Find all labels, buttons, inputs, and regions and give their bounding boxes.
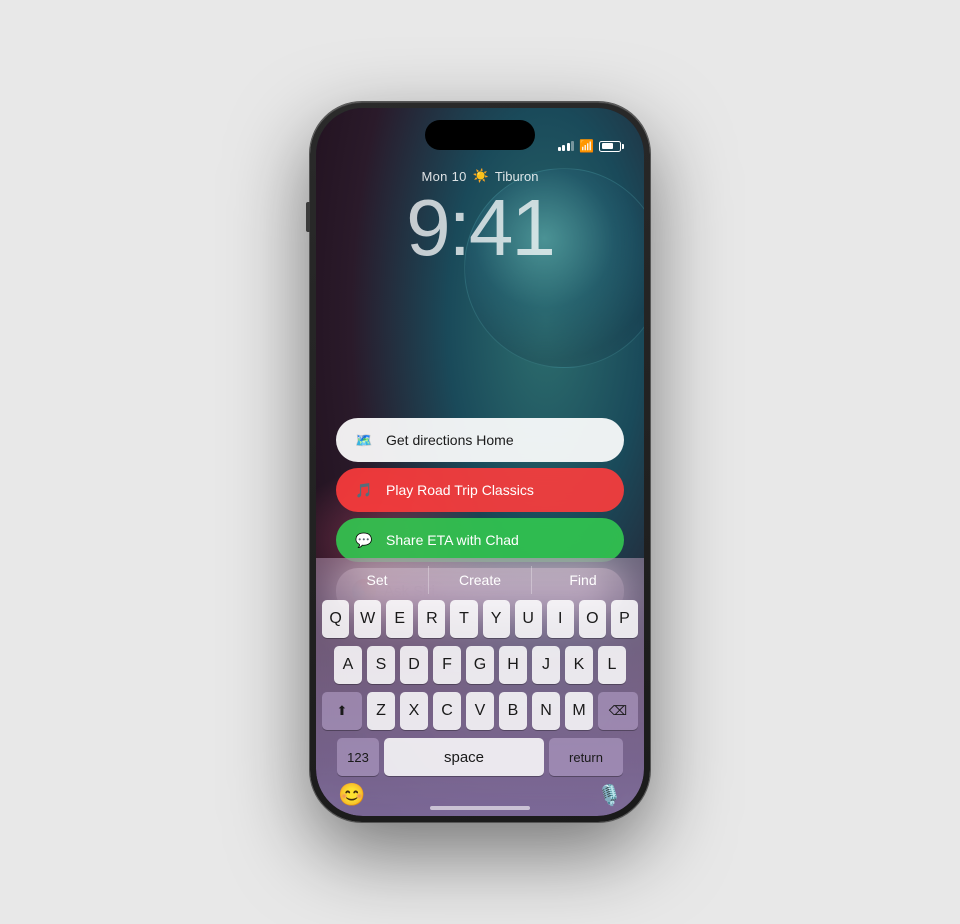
suggestion-set[interactable]: Set bbox=[326, 566, 429, 594]
suggestion-music-text: Play Road Trip Classics bbox=[386, 482, 534, 498]
key-v[interactable]: V bbox=[466, 692, 494, 730]
key-c[interactable]: C bbox=[433, 692, 461, 730]
key-h[interactable]: H bbox=[499, 646, 527, 684]
key-k[interactable]: K bbox=[565, 646, 593, 684]
key-r[interactable]: R bbox=[418, 600, 445, 638]
key-i[interactable]: I bbox=[547, 600, 574, 638]
key-f[interactable]: F bbox=[433, 646, 461, 684]
suggestion-directions[interactable]: 🗺️ Get directions Home bbox=[336, 418, 624, 462]
key-q[interactable]: Q bbox=[322, 600, 349, 638]
suggestion-share[interactable]: 💬 Share ETA with Chad bbox=[336, 518, 624, 562]
key-row-4: 123 space return bbox=[322, 738, 638, 776]
space-key[interactable]: space bbox=[384, 738, 544, 776]
dynamic-island bbox=[425, 120, 535, 150]
home-indicator[interactable] bbox=[430, 806, 530, 810]
key-t[interactable]: T bbox=[450, 600, 477, 638]
date-label: Mon 10 bbox=[422, 169, 467, 184]
music-icon: 🎵 bbox=[352, 478, 376, 502]
key-a[interactable]: A bbox=[334, 646, 362, 684]
location-label: Tiburon bbox=[495, 169, 539, 184]
key-e[interactable]: E bbox=[386, 600, 413, 638]
key-z[interactable]: Z bbox=[367, 692, 395, 730]
emoji-button[interactable]: 😊 bbox=[338, 782, 365, 808]
message-icon: 💬 bbox=[352, 528, 376, 552]
sun-icon: ☀️ bbox=[473, 168, 489, 184]
signal-bars-icon bbox=[558, 141, 575, 151]
keyboard-bottom-bar: 😊 🎙️ bbox=[322, 776, 638, 810]
suggestion-create[interactable]: Create bbox=[429, 566, 532, 594]
maps-icon: 🗺️ bbox=[352, 428, 376, 452]
key-l[interactable]: L bbox=[598, 646, 626, 684]
key-u[interactable]: U bbox=[515, 600, 542, 638]
key-w[interactable]: W bbox=[354, 600, 381, 638]
shift-key[interactable]: ⬆ bbox=[322, 692, 362, 730]
key-m[interactable]: M bbox=[565, 692, 593, 730]
suggestion-share-text: Share ETA with Chad bbox=[386, 532, 519, 548]
mic-button[interactable]: 🎙️ bbox=[597, 783, 622, 808]
wifi-icon: 📶 bbox=[579, 139, 594, 153]
key-row-1: Q W E R T Y U I O P bbox=[322, 600, 638, 638]
key-row-2: A S D F G H J K L bbox=[322, 646, 638, 684]
time-display: 9:41 bbox=[406, 188, 554, 268]
key-b[interactable]: B bbox=[499, 692, 527, 730]
key-s[interactable]: S bbox=[367, 646, 395, 684]
key-p[interactable]: P bbox=[611, 600, 638, 638]
lock-screen-content: Mon 10 ☀️ Tiburon 9:41 bbox=[316, 163, 644, 268]
suggestion-music[interactable]: 🎵 Play Road Trip Classics bbox=[336, 468, 624, 512]
key-row-3: ⬆ Z X C V B N M ⌫ bbox=[322, 692, 638, 730]
backspace-key[interactable]: ⌫ bbox=[598, 692, 638, 730]
key-o[interactable]: O bbox=[579, 600, 606, 638]
keyboard-rows: Q W E R T Y U I O P A S D F G bbox=[322, 600, 638, 776]
suggestion-directions-text: Get directions Home bbox=[386, 432, 514, 448]
key-y[interactable]: Y bbox=[483, 600, 510, 638]
key-n[interactable]: N bbox=[532, 692, 560, 730]
phone-frame: 📶 Mon 10 ☀️ Tiburon 9:41 🗺️ Get directio… bbox=[310, 102, 650, 822]
key-g[interactable]: G bbox=[466, 646, 494, 684]
key-d[interactable]: D bbox=[400, 646, 428, 684]
keyboard-area: Set Create Find Q W E R T Y U I O P bbox=[316, 558, 644, 816]
status-right: 📶 bbox=[558, 139, 624, 153]
return-key[interactable]: return bbox=[549, 738, 623, 776]
suggestion-find[interactable]: Find bbox=[532, 566, 634, 594]
phone-screen: 📶 Mon 10 ☀️ Tiburon 9:41 🗺️ Get directio… bbox=[316, 108, 644, 816]
numbers-key[interactable]: 123 bbox=[337, 738, 379, 776]
battery-icon bbox=[599, 141, 624, 152]
key-x[interactable]: X bbox=[400, 692, 428, 730]
key-j[interactable]: J bbox=[532, 646, 560, 684]
keyboard-suggestions-row: Set Create Find bbox=[322, 566, 638, 594]
date-location-row: Mon 10 ☀️ Tiburon bbox=[422, 168, 539, 184]
